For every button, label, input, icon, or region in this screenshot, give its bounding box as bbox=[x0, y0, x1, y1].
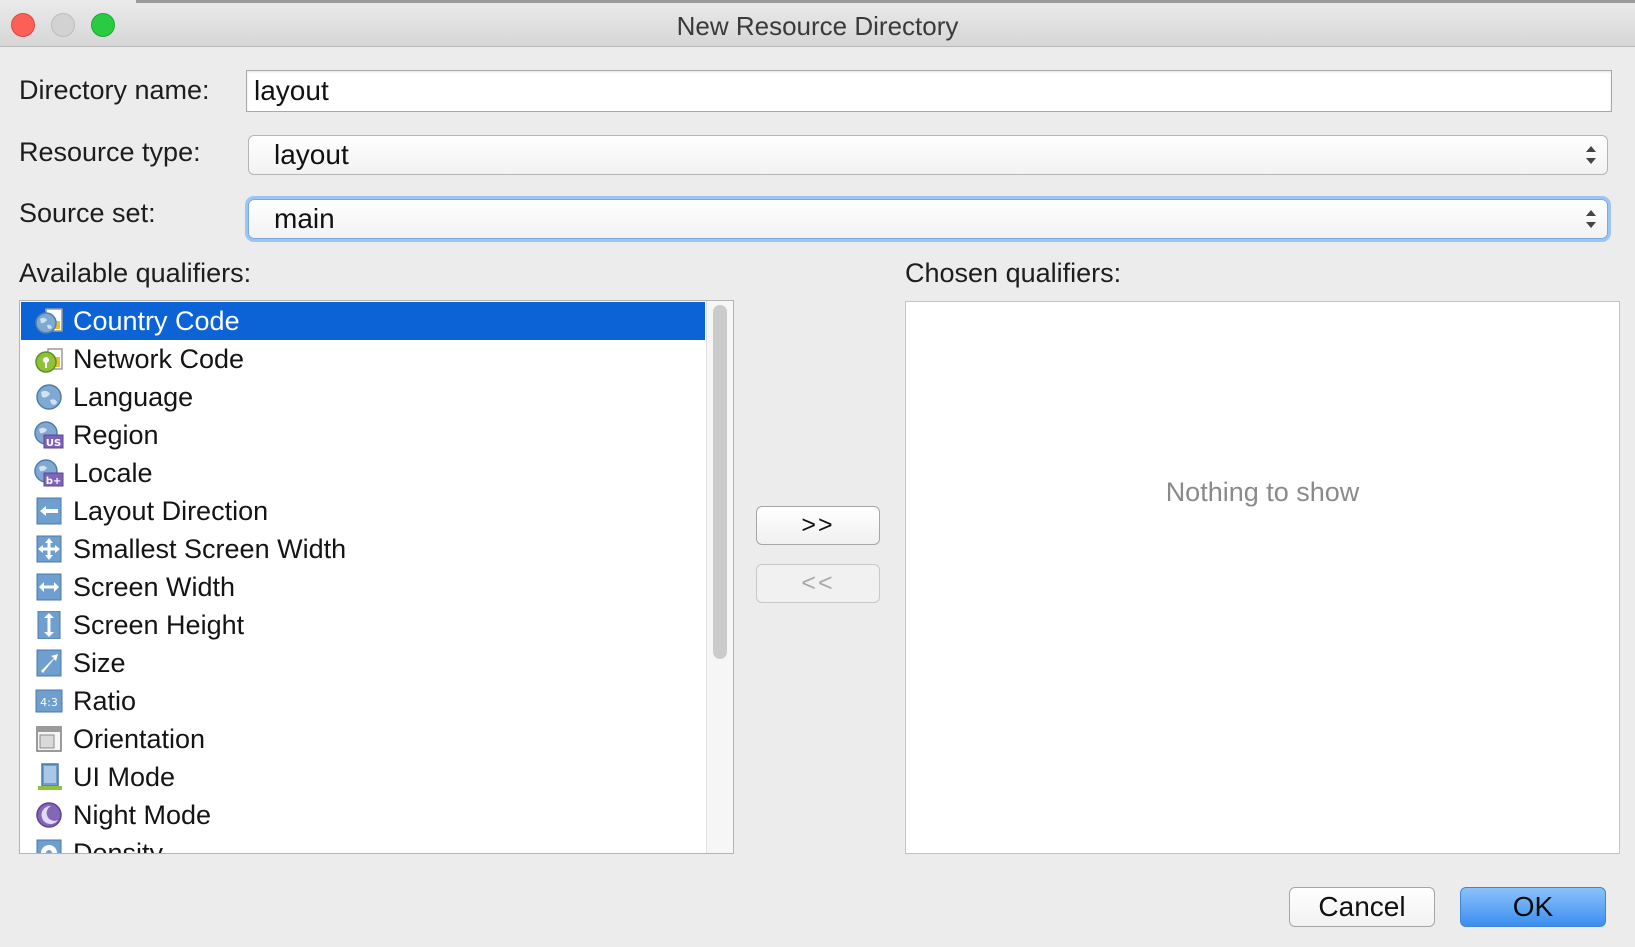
list-item-region[interactable]: US Region bbox=[21, 416, 705, 454]
list-scrollbar-thumb[interactable] bbox=[713, 305, 727, 659]
list-item-locale[interactable]: b+ Locale bbox=[21, 454, 705, 492]
screen-height-icon bbox=[37, 611, 61, 639]
new-resource-directory-dialog: New Resource Directory Directory name: R… bbox=[0, 0, 1635, 947]
list-item-network-code[interactable]: Network Code bbox=[21, 340, 705, 378]
list-item-screen-width[interactable]: Screen Width bbox=[21, 568, 705, 606]
available-qualifiers-list[interactable]: Country Code Network Code Language US Re… bbox=[19, 300, 734, 854]
list-item-country-code[interactable]: Country Code bbox=[21, 302, 705, 340]
list-item-night-mode[interactable]: Night Mode bbox=[21, 796, 705, 834]
select-arrows-icon bbox=[1586, 210, 1596, 228]
source-set-select[interactable]: main bbox=[248, 199, 1608, 239]
cancel-button[interactable]: Cancel bbox=[1289, 887, 1435, 927]
resource-type-label: Resource type: bbox=[19, 137, 201, 167]
list-item-language[interactable]: Language bbox=[21, 378, 705, 416]
svg-text:4:3: 4:3 bbox=[40, 696, 58, 709]
locale-icon: b+ bbox=[34, 459, 64, 487]
source-set-value: main bbox=[274, 203, 335, 234]
svg-text:b+: b+ bbox=[46, 476, 62, 487]
resource-type-select[interactable]: layout bbox=[248, 135, 1608, 175]
empty-state-text: Nothing to show bbox=[1165, 477, 1360, 507]
density-icon bbox=[36, 839, 62, 853]
list-item-ui-mode[interactable]: UI Mode bbox=[21, 758, 705, 796]
list-scrollbar[interactable] bbox=[706, 301, 733, 853]
screen-width-icon bbox=[36, 573, 62, 601]
svg-text:US: US bbox=[46, 438, 61, 449]
night-mode-icon bbox=[36, 802, 62, 828]
list-item-smallest-screen-width[interactable]: Smallest Screen Width bbox=[21, 530, 705, 568]
list-item-screen-height[interactable]: Screen Height bbox=[21, 606, 705, 644]
region-icon: US bbox=[34, 421, 64, 449]
available-qualifiers-label: Available qualifiers: bbox=[19, 258, 252, 288]
chosen-qualifiers-label: Chosen qualifiers: bbox=[905, 258, 1122, 288]
list-item-ratio[interactable]: 4:3 Ratio bbox=[21, 682, 705, 720]
remove-qualifier-button[interactable]: << bbox=[756, 564, 880, 603]
source-set-label: Source set: bbox=[19, 198, 156, 228]
window-title: New Resource Directory bbox=[676, 11, 959, 41]
orientation-icon bbox=[36, 726, 62, 752]
add-qualifier-button[interactable]: >> bbox=[756, 506, 880, 545]
network-code-icon bbox=[35, 348, 63, 373]
globe-icon bbox=[36, 384, 62, 410]
list-item-density[interactable]: Density bbox=[21, 834, 705, 853]
ratio-icon: 4:3 bbox=[35, 689, 63, 713]
list-item-size[interactable]: Size bbox=[21, 644, 705, 682]
country-code-icon bbox=[35, 308, 63, 334]
directory-name-label: Directory name: bbox=[19, 75, 210, 105]
resource-type-value: layout bbox=[274, 139, 349, 170]
title-bar: New Resource Directory bbox=[0, 0, 1635, 47]
list-item-orientation[interactable]: Orientation bbox=[21, 720, 705, 758]
smallest-screen-width-icon bbox=[36, 535, 62, 563]
select-arrows-icon bbox=[1586, 146, 1596, 164]
ui-mode-icon bbox=[38, 763, 62, 790]
ok-button[interactable]: OK bbox=[1460, 887, 1606, 927]
size-icon bbox=[36, 649, 62, 677]
list-item-layout-direction[interactable]: Layout Direction bbox=[21, 492, 705, 530]
directory-name-input[interactable] bbox=[246, 70, 1612, 112]
chosen-qualifiers-list[interactable]: Nothing to show bbox=[905, 301, 1620, 854]
layout-direction-icon bbox=[36, 497, 62, 525]
